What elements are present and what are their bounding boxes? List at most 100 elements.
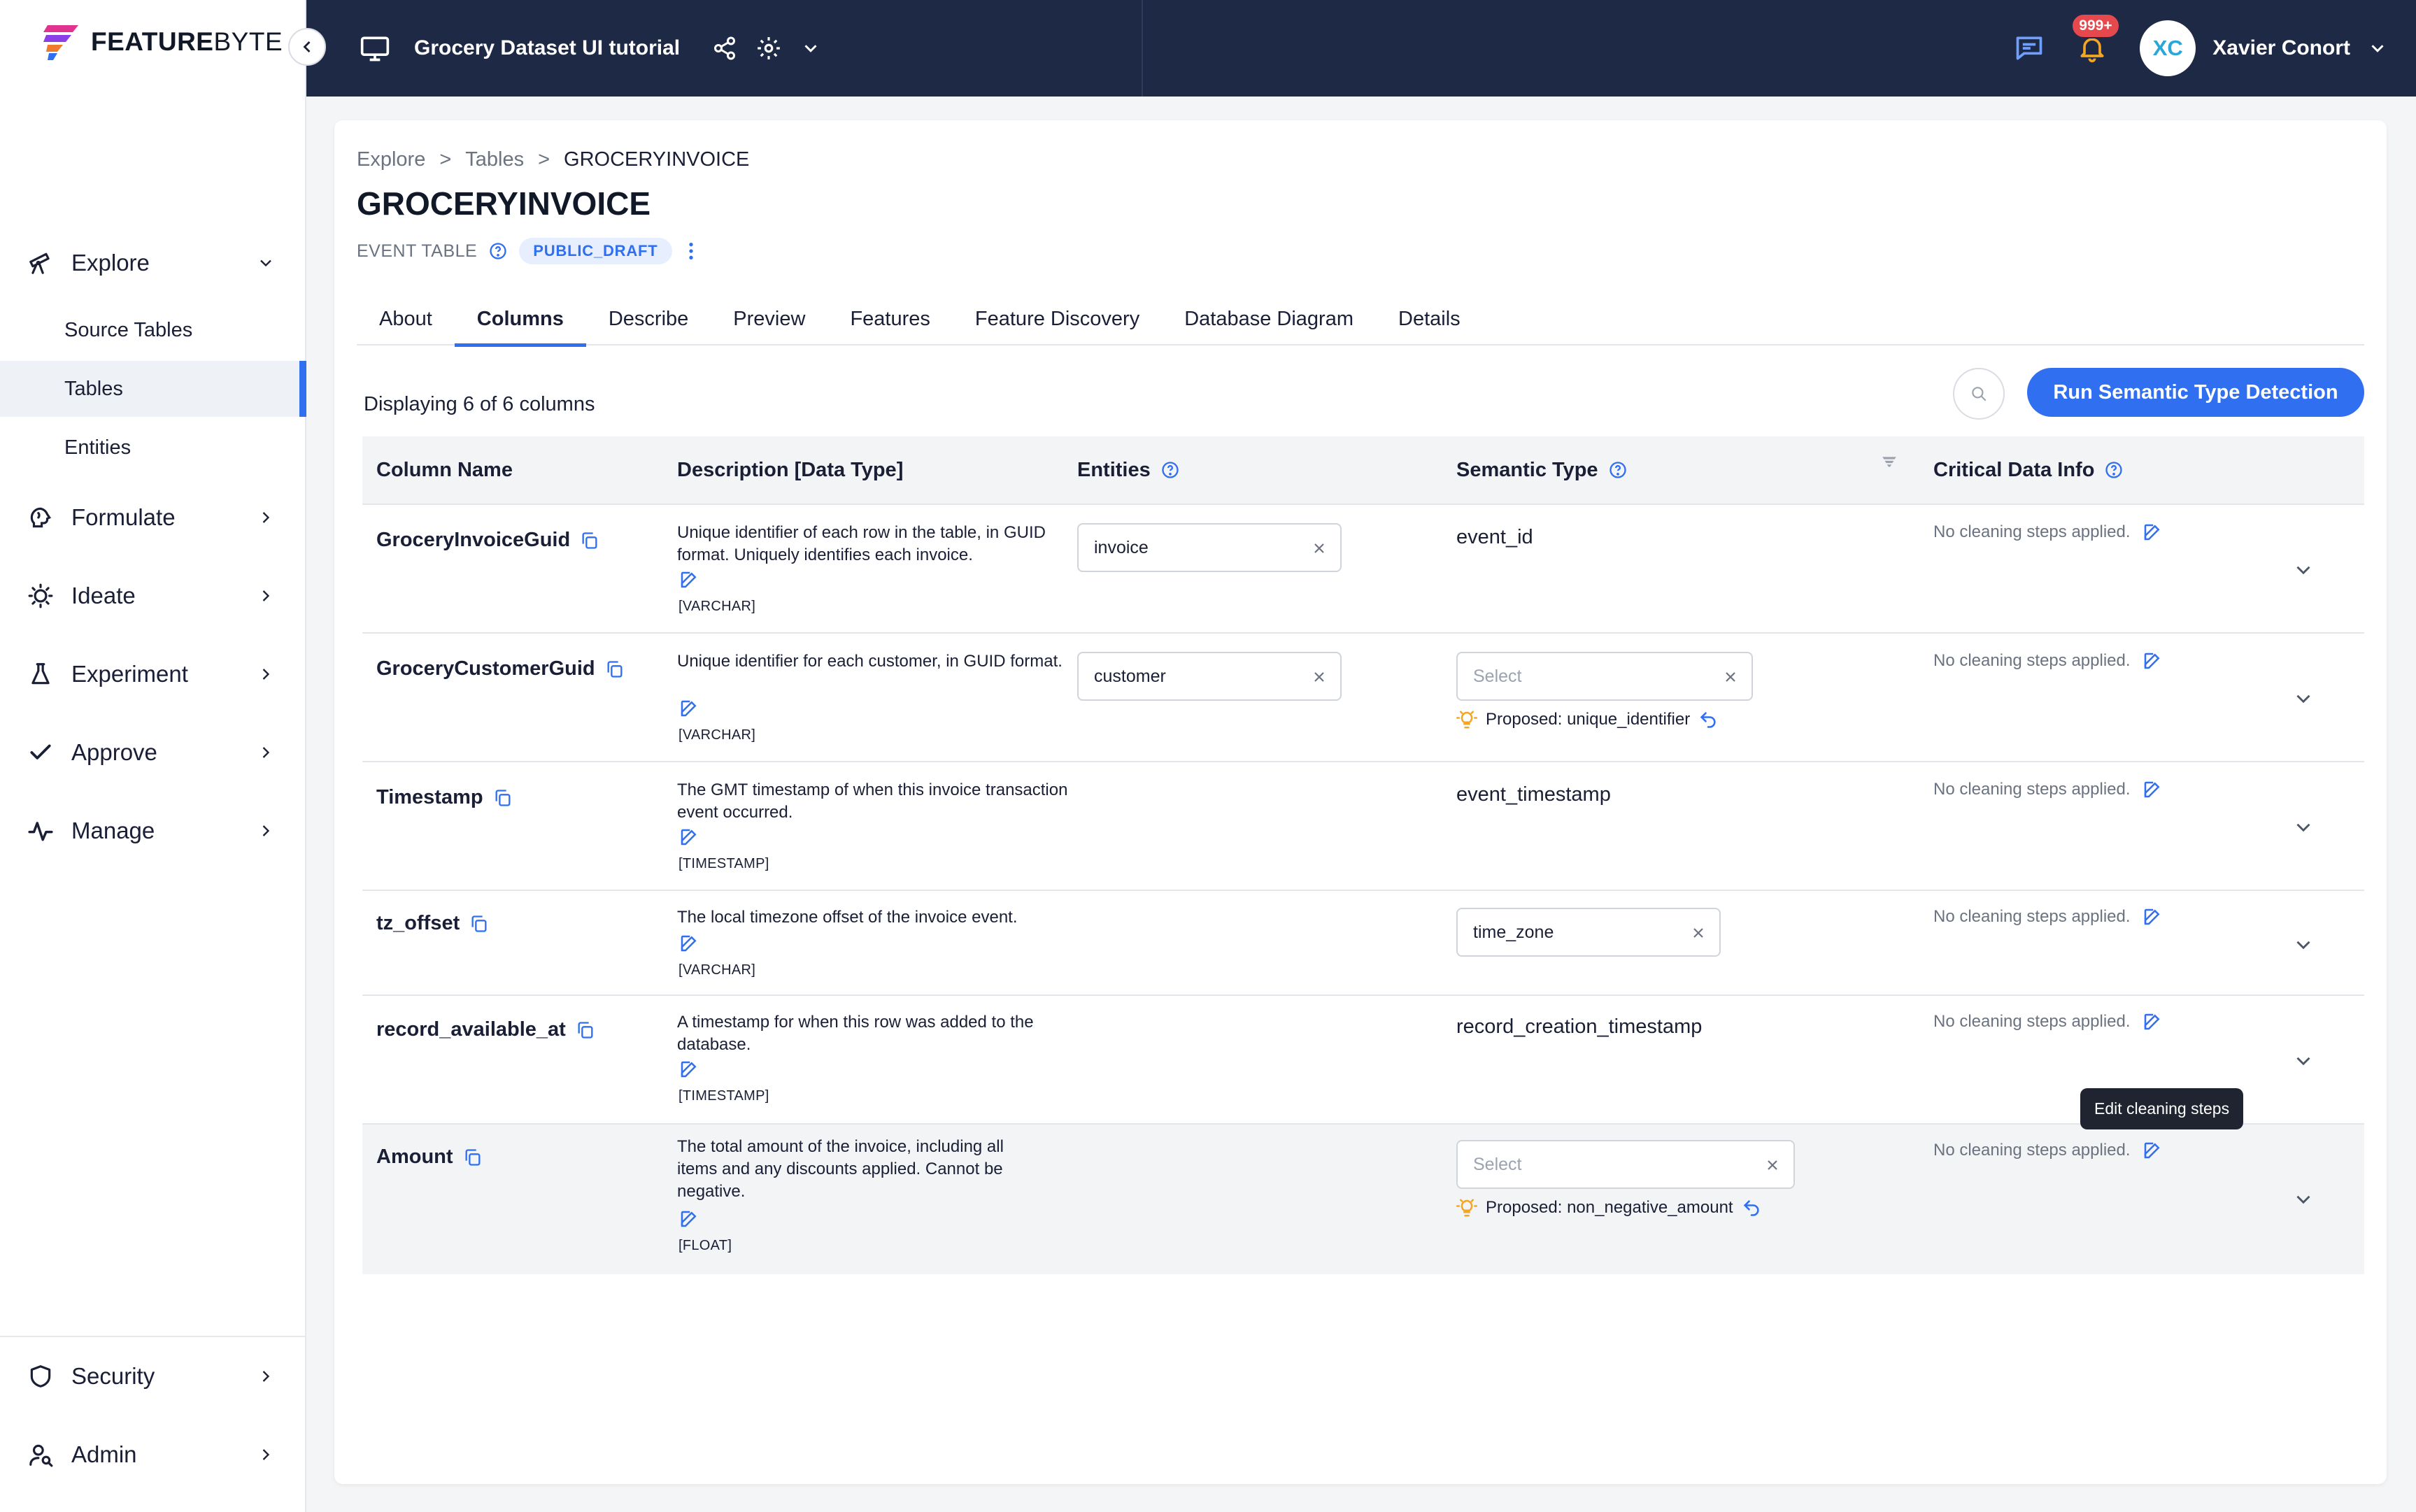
sidebar-item-experiment[interactable]: Experiment: [0, 646, 306, 702]
edit-icon[interactable]: [678, 569, 699, 590]
table-row: Timestamp The GMT timestamp of when this…: [362, 762, 2364, 891]
tab-preview[interactable]: Preview: [711, 292, 827, 345]
column-name: Timestamp: [376, 786, 483, 808]
edit-icon[interactable]: [678, 827, 699, 848]
notifications-button[interactable]: 999+: [2071, 13, 2120, 65]
sidebar-item-explore[interactable]: Explore: [0, 235, 306, 291]
semantic-type-select[interactable]: Select: [1456, 652, 1753, 701]
edit-icon[interactable]: [2142, 1140, 2163, 1161]
edit-icon[interactable]: [2142, 1011, 2163, 1032]
copy-icon[interactable]: [576, 1020, 595, 1040]
tab-feature-discovery[interactable]: Feature Discovery: [953, 292, 1162, 345]
copy-icon[interactable]: [580, 531, 599, 550]
cleaning-status: No cleaning steps applied.: [1933, 907, 2131, 926]
project-selector[interactable]: Grocery Dataset UI tutorial: [360, 0, 821, 97]
chevron-down-icon[interactable]: [800, 38, 821, 59]
sidebar-collapse-button[interactable]: [288, 28, 326, 66]
chevron-right-icon: [253, 740, 278, 765]
sidebar-item-formulate[interactable]: Formulate: [0, 490, 306, 545]
logo-text: FEATUREBYTE: [91, 27, 283, 56]
tab-describe[interactable]: Describe: [586, 292, 711, 345]
chevron-down-icon[interactable]: [2291, 687, 2315, 711]
entity-chip[interactable]: customer: [1077, 652, 1342, 701]
breadcrumb-tables[interactable]: Tables: [465, 148, 524, 171]
tab-details[interactable]: Details: [1376, 292, 1483, 345]
table-row: tz_offset The local timezone offset of t…: [362, 891, 2364, 996]
cleaning-status: No cleaning steps applied.: [1933, 780, 2131, 799]
close-icon[interactable]: [1311, 540, 1328, 557]
gear-icon[interactable]: [755, 35, 782, 62]
sidebar: FEATUREBYTE Explore Source Tables Tables…: [0, 0, 306, 1512]
semantic-type-chip[interactable]: time_zone: [1456, 908, 1721, 957]
topbar-actions: 999+ XC Xavier Conort: [2014, 0, 2388, 97]
tab-database-diagram[interactable]: Database Diagram: [1162, 292, 1376, 345]
semantic-type-value[interactable]: event_id: [1456, 526, 1533, 549]
lightbulb-icon: [27, 582, 55, 610]
sidebar-item-admin[interactable]: Admin: [0, 1427, 306, 1483]
featurebyte-logo[interactable]: FEATUREBYTE: [43, 21, 283, 63]
copy-icon[interactable]: [493, 788, 513, 808]
data-type: [TIMESTAMP]: [678, 856, 769, 871]
sidebar-item-ideate[interactable]: Ideate: [0, 568, 306, 624]
sidebar-item-source-tables[interactable]: Source Tables: [0, 302, 306, 358]
critical-data-info: No cleaning steps applied.: [1933, 522, 2163, 543]
close-icon[interactable]: [1690, 925, 1707, 941]
edit-icon[interactable]: [2142, 650, 2163, 671]
sidebar-label-security: Security: [71, 1363, 155, 1389]
tab-about[interactable]: About: [357, 292, 455, 345]
table-type-label: EVENT TABLE: [357, 241, 478, 261]
more-vertical-icon[interactable]: [683, 240, 699, 262]
edit-icon[interactable]: [2142, 779, 2163, 800]
sidebar-item-manage[interactable]: Manage: [0, 803, 306, 859]
sidebar-item-tables[interactable]: Tables: [0, 361, 306, 417]
chat-icon[interactable]: [2014, 33, 2045, 64]
critical-data-info: No cleaning steps applied.: [1933, 779, 2163, 800]
copy-icon[interactable]: [469, 914, 489, 934]
entity-chip[interactable]: invoice: [1077, 523, 1342, 572]
chevron-down-icon[interactable]: [2367, 38, 2388, 59]
close-icon[interactable]: [1764, 1157, 1781, 1174]
sidebar-label-ideate: Ideate: [71, 583, 136, 608]
undo-icon[interactable]: [1742, 1198, 1761, 1218]
sidebar-item-entities[interactable]: Entities: [0, 420, 306, 476]
header-column-name: Column Name: [376, 458, 513, 481]
chevron-down-icon[interactable]: [2291, 558, 2315, 582]
flask-icon: [27, 660, 55, 688]
chevron-down-icon[interactable]: [2291, 1188, 2315, 1211]
undo-icon[interactable]: [1698, 710, 1718, 729]
help-icon[interactable]: [488, 241, 508, 261]
semantic-type-value[interactable]: event_timestamp: [1456, 783, 1611, 806]
cleaning-status: No cleaning steps applied.: [1933, 651, 2131, 670]
close-icon[interactable]: [1722, 669, 1739, 685]
semantic-type-select[interactable]: Select: [1456, 1140, 1795, 1189]
tab-columns[interactable]: Columns: [454, 292, 586, 347]
breadcrumb-separator: >: [439, 148, 452, 171]
semantic-type-value[interactable]: record_creation_timestamp: [1456, 1015, 1702, 1039]
copy-icon[interactable]: [605, 659, 625, 679]
sidebar-item-approve[interactable]: Approve: [0, 725, 306, 780]
user-name[interactable]: Xavier Conort: [2212, 36, 2350, 60]
search-icon: [1972, 387, 1987, 401]
search-button[interactable]: [1953, 368, 2005, 420]
share-icon[interactable]: [712, 36, 737, 61]
run-semantic-type-detection-button[interactable]: Run Semantic Type Detection: [2027, 368, 2364, 417]
tab-features[interactable]: Features: [827, 292, 952, 345]
edit-icon[interactable]: [2142, 522, 2163, 543]
edit-icon[interactable]: [678, 1208, 699, 1229]
edit-icon[interactable]: [678, 698, 699, 719]
edit-icon[interactable]: [678, 1059, 699, 1080]
copy-icon[interactable]: [463, 1148, 483, 1167]
help-icon[interactable]: [2104, 460, 2124, 480]
breadcrumb-explore[interactable]: Explore: [357, 148, 425, 171]
chevron-down-icon[interactable]: [2291, 933, 2315, 957]
close-icon[interactable]: [1311, 669, 1328, 685]
avatar[interactable]: XC: [2140, 20, 2196, 76]
chevron-down-icon[interactable]: [2291, 815, 2315, 839]
chevron-down-icon[interactable]: [2291, 1049, 2315, 1073]
edit-icon[interactable]: [678, 933, 699, 954]
help-icon[interactable]: [1160, 460, 1180, 480]
filter-button[interactable]: [1880, 453, 1898, 471]
sidebar-item-security[interactable]: Security: [0, 1348, 306, 1404]
help-icon[interactable]: [1608, 460, 1628, 480]
edit-icon[interactable]: [2142, 906, 2163, 927]
